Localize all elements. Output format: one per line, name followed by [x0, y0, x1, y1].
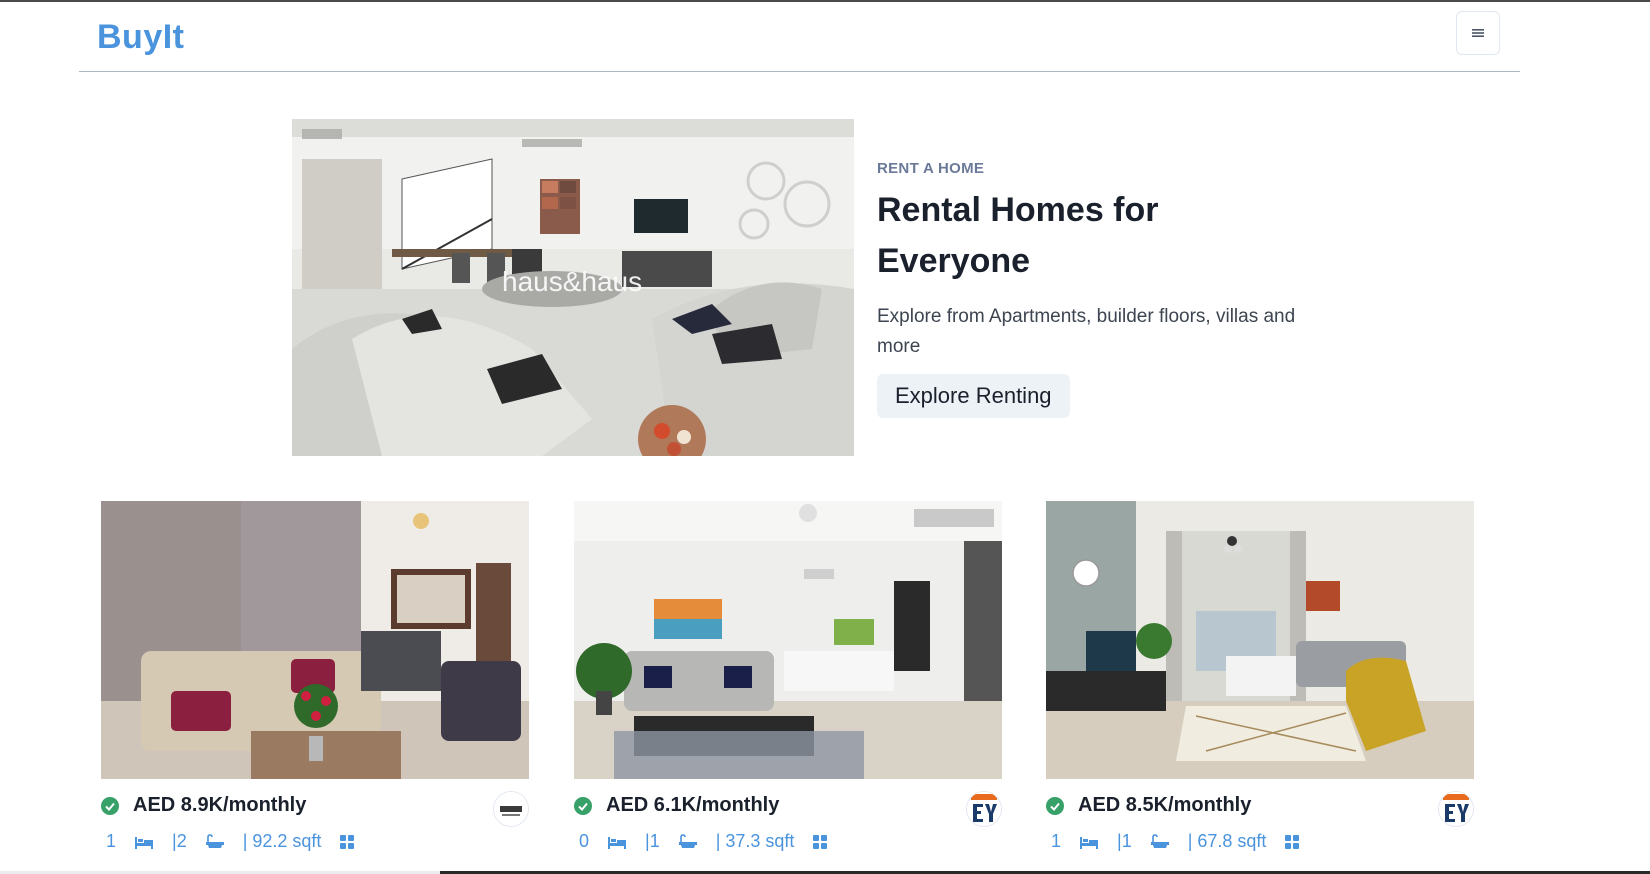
grid-layout-icon — [340, 834, 355, 849]
explore-renting-button[interactable]: Explore Renting — [877, 374, 1070, 418]
area-size: | 37.3 sqft — [715, 831, 795, 851]
bed-icon — [608, 836, 627, 849]
grid-layout-icon — [813, 834, 828, 849]
hero-living-room-image: haus&haus — [292, 119, 854, 456]
hero-image-watermark: haus&haus — [502, 266, 642, 297]
hero-content: RENT A HOME Rental Homes for Everyone Ex… — [877, 160, 1297, 418]
bedroom-count: 1 — [106, 831, 117, 851]
listing-card[interactable]: AED 8.9K/monthly 1 |2 | 92.2 sqft — [101, 501, 529, 852]
area-size: | 67.8 sqft — [1187, 831, 1267, 851]
bathroom-count: |1 — [645, 831, 660, 851]
hero-title: Rental Homes for Everyone — [877, 191, 1159, 280]
grid-layout-icon — [1285, 834, 1300, 849]
listing-specs: 0 |1 | 37.3 sqft — [574, 831, 1002, 852]
listing-image[interactable] — [1046, 501, 1474, 779]
bed-icon — [1080, 836, 1099, 849]
bedroom-count: 0 — [579, 831, 590, 851]
listing-specs: 1 |1 | 67.8 sqft — [1046, 831, 1474, 852]
listing-price: AED 6.1K/monthly — [606, 794, 780, 816]
bathtub-icon — [205, 833, 224, 848]
bathroom-count: |1 — [1117, 831, 1132, 851]
listing-price: AED 8.9K/monthly — [133, 794, 307, 816]
bathroom-count: |2 — [172, 831, 187, 851]
area-size: | 92.2 sqft — [242, 831, 322, 851]
agency-logo[interactable] — [966, 791, 1002, 827]
top-navbar: BuyIt — [79, 2, 1520, 72]
verified-check-icon — [574, 797, 592, 815]
menu-button[interactable] — [1456, 11, 1500, 55]
listing-image[interactable] — [101, 501, 529, 779]
price-row: AED 8.5K/monthly — [1046, 791, 1474, 827]
price-row: AED 8.9K/monthly — [101, 791, 529, 827]
hero-eyebrow: RENT A HOME — [877, 160, 985, 177]
bathtub-icon — [1150, 833, 1169, 848]
hamburger-menu-icon — [1472, 29, 1484, 37]
listing-specs: 1 |2 | 92.2 sqft — [101, 831, 529, 852]
agency-logo[interactable] — [1438, 791, 1474, 827]
listing-card[interactable]: AED 8.5K/monthly 1 |1 | 67.8 sqft — [1046, 501, 1474, 852]
verified-check-icon — [101, 797, 119, 815]
price-row: AED 6.1K/monthly — [574, 791, 1002, 827]
listing-image[interactable] — [574, 501, 1002, 779]
bedroom-count: 1 — [1051, 831, 1062, 851]
agency-logo[interactable] — [493, 791, 529, 827]
bed-icon — [135, 836, 154, 849]
brand-logo[interactable]: BuyIt — [97, 18, 185, 57]
listing-price: AED 8.5K/monthly — [1078, 794, 1252, 816]
verified-check-icon — [1046, 797, 1064, 815]
listing-card[interactable]: AED 6.1K/monthly 0 |1 | 37.3 sqft — [574, 501, 1002, 852]
bathtub-icon — [678, 833, 697, 848]
hero-description: Explore from Apartments, builder floors,… — [877, 306, 1296, 357]
